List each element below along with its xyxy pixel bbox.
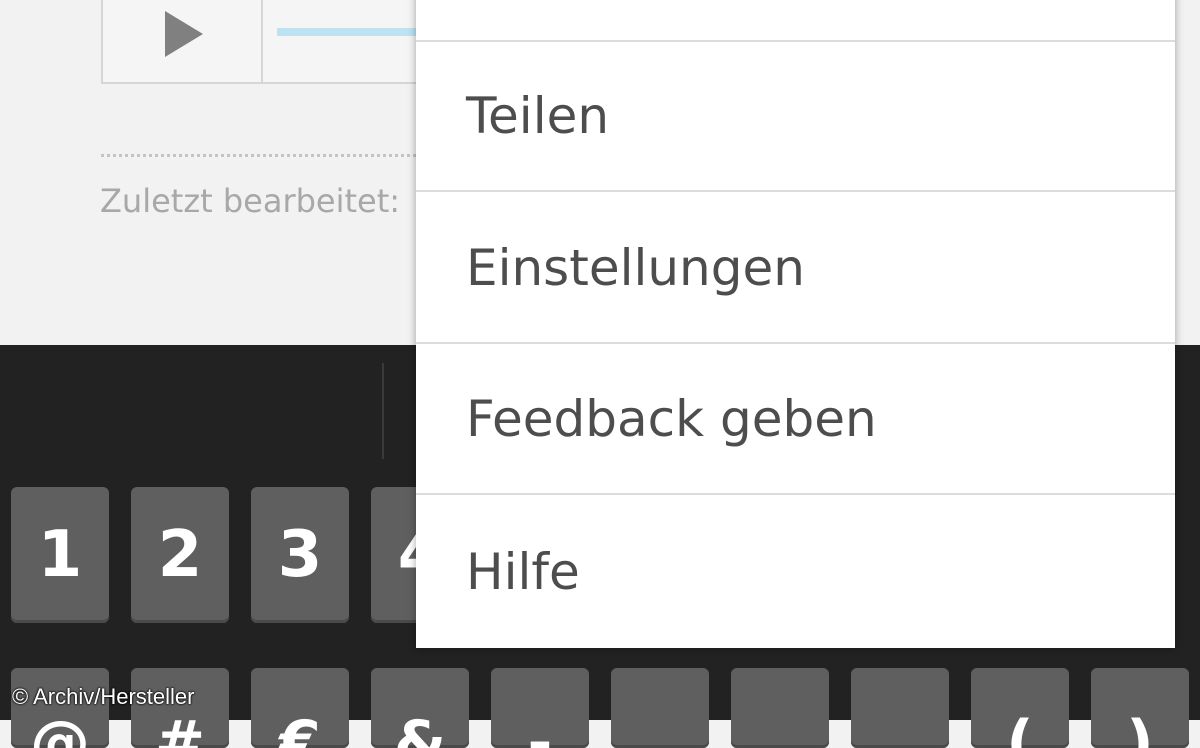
key-symbol-8[interactable] <box>851 668 949 748</box>
menu-item-label: Hilfe <box>466 543 580 601</box>
key-1[interactable]: 1 <box>11 487 109 623</box>
menu-item-help[interactable]: Hilfe <box>416 497 1175 647</box>
last-edited-label: Zuletzt bearbeitet: <box>100 182 401 220</box>
image-credit: © Archiv/Hersteller <box>12 684 195 709</box>
menu-item-feedback[interactable]: Feedback geben <box>416 345 1175 495</box>
menu-item-label: Einstellungen <box>466 239 805 297</box>
menu-item-partial[interactable] <box>416 0 1175 42</box>
key-3[interactable]: 3 <box>251 487 349 623</box>
key-symbol-6[interactable] <box>611 668 709 748</box>
menu-item-label: Teilen <box>466 87 610 145</box>
key-ampersand[interactable]: & <box>371 668 469 748</box>
key-euro[interactable]: € <box>251 668 349 748</box>
key-paren-open[interactable]: ( <box>971 668 1069 748</box>
play-button[interactable] <box>103 0 263 82</box>
overflow-menu: Teilen Einstellungen Feedback geben Hilf… <box>416 0 1175 648</box>
play-icon <box>165 11 203 57</box>
key-paren-close[interactable]: ) <box>1091 668 1189 748</box>
menu-item-settings[interactable]: Einstellungen <box>416 194 1175 344</box>
audio-progress-bar[interactable] <box>277 28 437 36</box>
menu-item-share[interactable]: Teilen <box>416 42 1175 192</box>
audio-player <box>101 0 437 84</box>
suggestion-divider <box>382 363 384 459</box>
key-minus[interactable]: - <box>491 668 589 748</box>
key-2[interactable]: 2 <box>131 487 229 623</box>
menu-item-label: Feedback geben <box>466 390 877 448</box>
key-symbol-7[interactable] <box>731 668 829 748</box>
dotted-divider <box>101 154 416 157</box>
